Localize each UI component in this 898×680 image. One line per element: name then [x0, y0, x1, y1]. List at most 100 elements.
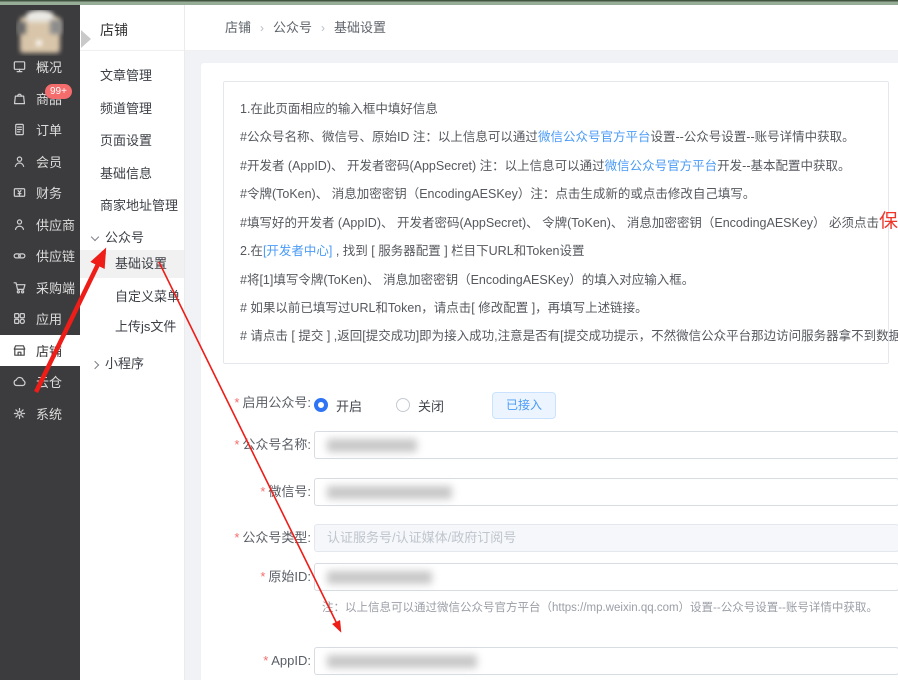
submenu-item-mini-program[interactable]: 小程序 [80, 350, 184, 378]
sidebar-item-procurement[interactable]: 采购端 [0, 272, 80, 304]
cart-icon [12, 280, 27, 295]
required-mark: * [234, 437, 240, 452]
radio-label[interactable]: 开启 [336, 396, 362, 415]
field-label: * 微信号: [260, 484, 311, 499]
field-control [314, 431, 898, 459]
submenu-item-channel-manage[interactable]: 频道管理 [80, 95, 184, 123]
submenu-item-label: 基础信息 [100, 166, 153, 181]
sidebar-item-label: 店铺 [36, 343, 63, 359]
sidebar-item-orders[interactable]: 订单 [0, 114, 80, 146]
instruction-line: # 如果以前已填写过URL和Token，请点击[ 修改配置 ]，再填写上述链接。 [240, 294, 872, 322]
inline-link[interactable]: [开发者中心] [263, 244, 332, 258]
chevron-down-icon [90, 232, 100, 242]
submenu-item-custom-menu[interactable]: 自定义菜单 [80, 283, 184, 311]
field-label: * 原始ID: [260, 569, 311, 584]
sidebar-item-cloud-depot[interactable]: 云仓 [0, 366, 80, 398]
wechat-id-row: * 微信号: [201, 478, 898, 506]
appid-row: * AppID: [201, 647, 898, 675]
field-control [314, 563, 898, 591]
field-label: * 公众号类型: [234, 530, 311, 545]
radio-label[interactable]: 关闭 [418, 396, 444, 415]
sidebar-item-goods[interactable]: 商品 99+ [0, 83, 80, 115]
submenu-item-label: 页面设置 [100, 133, 153, 148]
count-badge: 99+ [45, 83, 72, 99]
radio-off[interactable] [396, 398, 411, 412]
field-note: 注：以上信息可以通过微信公众号官方平台（https://mp.weixin.qq… [322, 602, 878, 614]
connected-status-button[interactable]: 已接入 [492, 391, 557, 419]
wechat-id-input[interactable] [314, 478, 898, 506]
instruction-text: #公众号名称、微信号、原始ID 注：以上信息可以通过 [240, 130, 538, 145]
breadcrumb-item[interactable]: 店铺 [225, 20, 251, 35]
radio-on[interactable] [314, 398, 328, 412]
breadcrumb: 店铺 › 公众号 › 基础设置 [185, 5, 898, 51]
submenu-item-official-account[interactable]: 公众号 [80, 224, 184, 252]
official-account-name-input[interactable] [314, 431, 898, 459]
sidebar-collapse-handle[interactable] [81, 30, 91, 48]
inline-link[interactable]: 微信公众号官方平台 [538, 130, 651, 144]
field-control [314, 478, 898, 506]
sidebar-item-shop[interactable]: 店铺 [0, 334, 80, 366]
chevron-right-icon [90, 360, 100, 370]
sidebar-item-system[interactable]: 系统 [0, 398, 80, 430]
cloud-icon [12, 374, 27, 389]
submenu-item-basic-info[interactable]: 基础信息 [80, 160, 184, 188]
instruction-text: 1.在此页面相应的输入框中填好信息 [240, 102, 438, 116]
primary-sidebar-menu: 概况商品 99+ 订单会员财务 供应商 供应链采购端应用店铺云仓系统 [0, 51, 80, 429]
submenu-item-page-setting[interactable]: 页面设置 [80, 127, 184, 155]
bag-icon [12, 91, 27, 106]
inline-link[interactable]: 微信公众号官方平台 [605, 159, 718, 173]
shop-icon [12, 343, 27, 358]
sidebar-item-label: 系统 [36, 406, 63, 422]
submenu-item-label: 基础设置 [115, 256, 168, 271]
sidebar-item-overview[interactable]: 概况 [0, 51, 80, 83]
sidebar-item-label: 会员 [36, 154, 63, 170]
breadcrumb-item[interactable]: 公众号 [273, 20, 312, 35]
sidebar-item-supply-chain[interactable]: 供应链 [0, 240, 80, 272]
appid-input[interactable] [314, 647, 898, 675]
instruction-line: # 请点击 [ 提交 ] ,返回[提交成功]即为接入成功,注意是否有[提交成功提… [240, 322, 898, 350]
sidebar-item-supplier[interactable]: 供应商 [0, 209, 80, 241]
instruction-line: 1.在此页面相应的输入框中填好信息 [240, 95, 872, 123]
sidebar-item-members[interactable]: 会员 [0, 146, 80, 178]
instruction-text: 2.在 [240, 244, 263, 259]
redacted-value [327, 571, 432, 584]
chain-icon [12, 248, 27, 263]
required-mark: * [234, 395, 240, 410]
instruction-text: , 找到 [ 服务器配置 ] 栏目下URL和Token设置 [332, 244, 585, 259]
sidebar-item-finance[interactable]: 财务 [0, 177, 80, 209]
save-emphasis-text: 保存 [879, 211, 898, 233]
submenu-item-label: 自定义菜单 [115, 289, 181, 304]
submenu-item-merchant-address[interactable]: 商家地址管理 [80, 192, 184, 220]
instruction-text: #将[1]填写令牌(ToKen)、 消息加密密钥（EncodingAESKey）… [240, 272, 695, 287]
sidebar-item-label: 订单 [36, 123, 63, 139]
secondary-sidebar-title: 店铺 [80, 5, 184, 51]
apps-icon [12, 311, 27, 326]
submenu-item-upload-js-file[interactable]: 上传js文件 [80, 313, 184, 341]
sidebar-item-label: 应用 [36, 312, 63, 328]
submenu-item-label: 小程序 [105, 356, 145, 371]
redacted-value [327, 655, 477, 668]
breadcrumb-item[interactable]: 基础设置 [334, 20, 386, 35]
app-logo[interactable] [16, 10, 64, 56]
submenu-item-basic-setting[interactable]: 基础设置 [80, 250, 184, 278]
official-account-name-row: * 公众号名称: [201, 431, 898, 459]
member-icon [12, 154, 27, 169]
instruction-text: 开发--基本配置中获取。 [717, 158, 851, 173]
sidebar-item-label: 采购端 [36, 280, 76, 296]
breadcrumb-separator: › [260, 21, 265, 35]
redacted-value [327, 439, 417, 452]
sidebar-item-label: 概况 [36, 60, 63, 76]
original-id-input[interactable] [314, 563, 898, 591]
instruction-text: # 请点击 [ 提交 ] ,返回[提交成功]即为接入成功,注意是否有[提交成功提… [240, 329, 898, 344]
submenu-item-article-manage[interactable]: 文章管理 [80, 62, 184, 90]
sidebar-item-label: 云仓 [36, 375, 63, 391]
primary-sidebar: 概况商品 99+ 订单会员财务 供应商 供应链采购端应用店铺云仓系统 [0, 5, 80, 680]
original-id-row: * 原始ID: [201, 563, 898, 591]
instruction-text: #开发者 (AppID)、 开发者密码(AppSecret) 注：以上信息可以通… [240, 158, 605, 173]
enable-official-account-row: * 启用公众号: 开启 关闭 已接入 [201, 389, 898, 419]
instruction-line: #填写好的开发者 (AppID)、 开发者密码(AppSecret)、 令牌(T… [240, 208, 898, 237]
account-type-input[interactable]: 认证服务号/认证媒体/政府订阅号 [314, 524, 898, 552]
instruction-line: #开发者 (AppID)、 开发者密码(AppSecret) 注：以上信息可以通… [240, 152, 872, 180]
sidebar-item-apps[interactable]: 应用 [0, 303, 80, 335]
field-label: * 启用公众号: [234, 395, 311, 410]
